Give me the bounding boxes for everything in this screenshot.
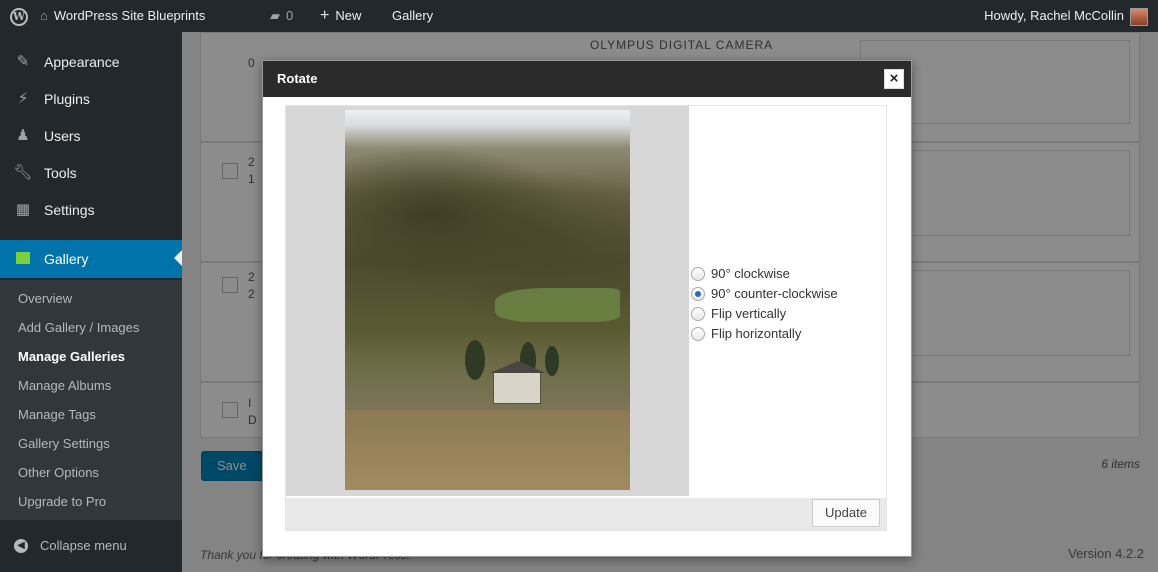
image-preview-area: [286, 106, 689, 496]
collapse-menu-button[interactable]: ◀ Collapse menu: [0, 528, 182, 564]
new-label: New: [335, 8, 362, 23]
sidebar-item-users[interactable]: ♟ Users: [0, 118, 182, 154]
comment-icon: ▰: [270, 8, 280, 23]
submenu-manage-albums[interactable]: Manage Albums: [18, 371, 111, 401]
radio-button-selected[interactable]: [691, 287, 705, 301]
user-icon: ♟: [16, 127, 30, 144]
wordpress-logo-icon[interactable]: W: [6, 0, 32, 32]
radio-button[interactable]: [691, 267, 705, 281]
collapse-icon: ◀: [14, 539, 28, 553]
update-button[interactable]: Update: [812, 499, 880, 527]
site-name-link[interactable]: ⌂ WordPress Site Blueprints: [40, 0, 205, 32]
sidebar-item-settings[interactable]: ▦ Settings: [0, 192, 182, 228]
submenu-upgrade-pro[interactable]: Upgrade to Pro: [18, 487, 106, 517]
plus-icon: +: [320, 7, 330, 24]
radio-button[interactable]: [691, 307, 705, 321]
submenu-add-gallery[interactable]: Add Gallery / Images: [18, 313, 139, 343]
sidebar-item-appearance[interactable]: ✎ Appearance: [0, 44, 182, 80]
gallery-admin-link[interactable]: Gallery: [392, 0, 433, 32]
wrench-icon: 🔧︎: [13, 164, 33, 181]
new-content-link[interactable]: + New: [320, 0, 361, 32]
close-icon[interactable]: ×: [884, 69, 904, 89]
comments-count: 0: [286, 8, 294, 23]
gallery-submenu: Overview Add Gallery / Images Manage Gal…: [0, 280, 182, 520]
submenu-other-options[interactable]: Other Options: [18, 458, 99, 488]
sidebar-item-tools[interactable]: 🔧︎ Tools: [0, 155, 182, 191]
dialog-title: Rotate: [263, 61, 911, 97]
dialog-body: 90° clockwise 90° counter-clockwise Flip…: [285, 105, 887, 531]
home-icon: ⌂: [40, 8, 48, 23]
avatar: [1130, 7, 1148, 26]
site-name: WordPress Site Blueprints: [53, 8, 206, 23]
dialog-footer: Update: [286, 498, 886, 530]
sidebar-item-plugins[interactable]: ⚡ Plugins: [0, 81, 182, 117]
option-rotate-counter-clockwise[interactable]: 90° counter-clockwise: [691, 284, 886, 304]
option-flip-vertically[interactable]: Flip vertically: [691, 304, 886, 324]
option-flip-horizontally[interactable]: Flip horizontally: [691, 324, 886, 344]
sidebar-item-gallery[interactable]: Gallery: [0, 240, 182, 278]
submenu-manage-galleries[interactable]: Manage Galleries: [18, 342, 125, 372]
submenu-gallery-settings[interactable]: Gallery Settings: [18, 429, 110, 459]
account-menu[interactable]: Howdy, Rachel McCollin: [984, 0, 1148, 32]
submenu-overview[interactable]: Overview: [18, 284, 72, 314]
admin-sidebar: ✎ Appearance ⚡ Plugins ♟ Users 🔧︎ Tools ▦ Set…: [0, 32, 182, 572]
plug-icon: ⚡: [17, 90, 29, 107]
rotate-options: 90° clockwise 90° counter-clockwise Flip…: [691, 264, 886, 344]
howdy-text: Howdy, Rachel McCollin: [984, 8, 1124, 23]
gallery-icon: [12, 240, 34, 279]
landscape-photo: [345, 110, 630, 490]
submenu-manage-tags[interactable]: Manage Tags: [18, 400, 96, 430]
admin-bar: W ⌂ WordPress Site Blueprints ▰ 0 + New Gal…: [0, 0, 1158, 32]
paintbrush-icon: ✎: [16, 53, 30, 70]
option-rotate-clockwise[interactable]: 90° clockwise: [691, 264, 886, 284]
settings-icon: ▦: [15, 201, 31, 218]
comments-link[interactable]: ▰ 0: [270, 0, 293, 32]
radio-button[interactable]: [691, 327, 705, 341]
rotate-dialog: Rotate × 90° clockwise 90° counter-clock…: [262, 60, 912, 557]
